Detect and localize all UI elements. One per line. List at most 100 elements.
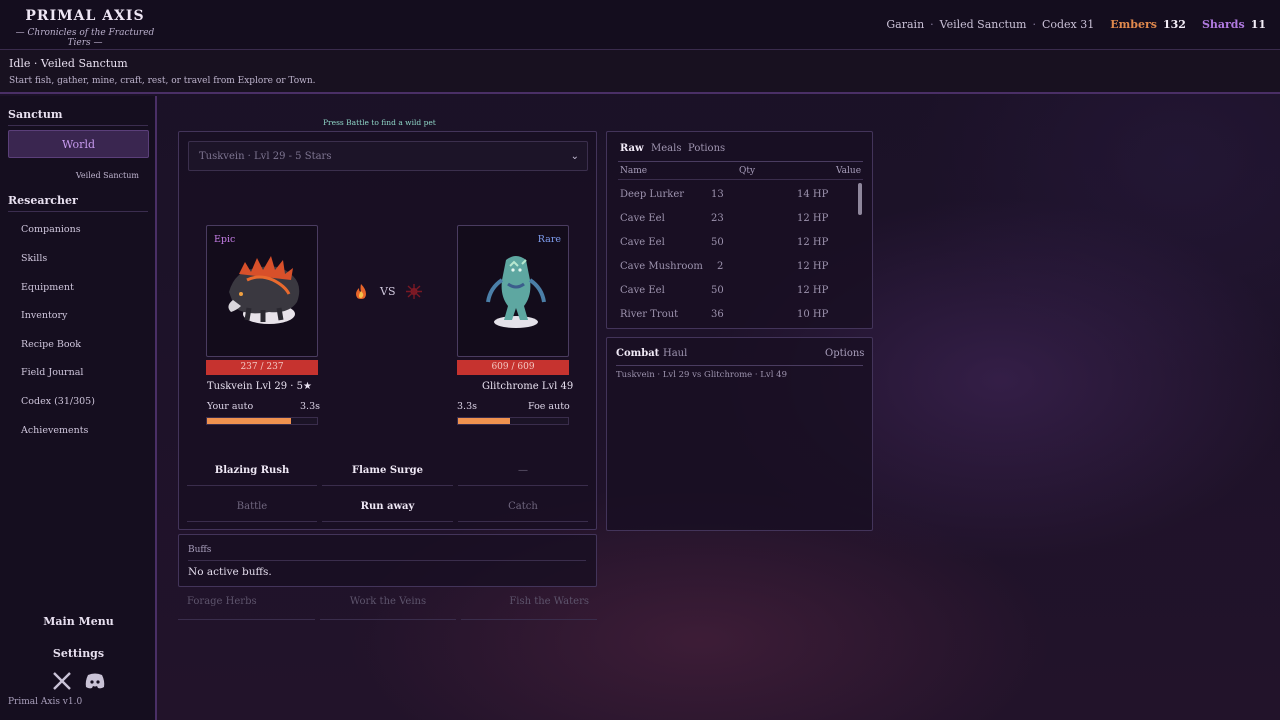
divider (618, 161, 863, 162)
pet-select[interactable]: Tuskvein · Lvl 29 - 5 Stars ⌄ (188, 141, 588, 171)
column-name: Name (620, 166, 648, 176)
item-value: 12 HP (797, 285, 829, 296)
item-qty: 13 (711, 189, 724, 200)
buffs-panel: Buffs No active buffs. (178, 534, 597, 587)
log-entry: Tuskvein · Lvl 29 vs Glitchrome · Lvl 49 (616, 370, 787, 380)
sidebar-heading-sanctum: Sanctum (8, 108, 63, 121)
item-name: Cave Eel (620, 213, 665, 224)
item-qty: 50 (711, 237, 724, 248)
forage-herbs-button[interactable]: Forage Herbs (178, 596, 315, 620)
enemy-pet-name: Glitchrome Lvl 49 (482, 381, 574, 392)
item-value: 10 HP (797, 309, 829, 320)
fire-icon (356, 284, 366, 299)
run-away-button[interactable]: Run away (322, 492, 453, 522)
item-value: 14 HP (797, 189, 829, 200)
player-pet-card[interactable]: Epic (206, 225, 318, 357)
header-codex: Codex 31 (1041, 18, 1095, 31)
move-flame-surge-button[interactable]: Flame Surge (322, 456, 453, 486)
item-qty: 2 (717, 261, 724, 272)
player-name: Garain (886, 18, 925, 31)
work-veins-button[interactable]: Work the Veins (320, 596, 456, 620)
divider (618, 179, 863, 180)
tab-haul[interactable]: Haul (663, 348, 687, 359)
enemy-auto-label: Foe auto (528, 401, 570, 412)
embers-value: 132 (1162, 18, 1186, 31)
status-location: Veiled Sanctum (40, 57, 128, 70)
catch-button[interactable]: Catch (458, 492, 588, 522)
sidebar-item-skills[interactable]: Skills (21, 253, 47, 264)
enemy-auto-bar (457, 417, 569, 425)
sidebar-item-inventory[interactable]: Inventory (21, 310, 67, 321)
inventory-scrollbar[interactable] (858, 183, 862, 215)
enemy-pet-card[interactable]: Rare (457, 225, 569, 357)
buffs-text: No active buffs. (188, 566, 272, 578)
move-empty-slot: — (458, 456, 588, 486)
sidebar-item-field-journal[interactable]: Field Journal (21, 367, 83, 378)
tab-raw[interactable]: Raw (620, 143, 644, 154)
top-bar: PRIMAL AXIS — Chronicles of the Fracture… (0, 0, 1280, 50)
enemy-hp-bar: 609 / 609 (457, 360, 569, 375)
item-name: Deep Lurker (620, 189, 685, 200)
sidebar-item-equipment[interactable]: Equipment (21, 282, 74, 293)
separator: · (930, 18, 934, 31)
item-qty: 50 (711, 285, 724, 296)
vs-label: VS (380, 285, 396, 298)
chevron-down-icon: ⌄ (570, 151, 579, 162)
pet-select-value: Tuskvein · Lvl 29 - 5 Stars (199, 151, 332, 162)
item-name: River Trout (620, 309, 679, 320)
dark-burst-icon (406, 284, 422, 299)
item-value: 12 HP (797, 261, 829, 272)
player-auto-time: 3.3s (300, 401, 320, 412)
player-auto-fill (207, 418, 291, 424)
header-stats: Garain · Veiled Sanctum · Codex 31 Ember… (886, 18, 1266, 31)
player-pet-name: Tuskvein Lvl 29 · 5★ (207, 381, 312, 392)
player-hp-bar: 237 / 237 (206, 360, 318, 375)
tab-potions[interactable]: Potions (688, 143, 725, 154)
move-blazing-rush-button[interactable]: Blazing Rush (187, 456, 317, 486)
sidebar-item-companions[interactable]: Companions (21, 224, 81, 235)
sidebar-item-achievements[interactable]: Achievements (21, 425, 88, 436)
settings-button[interactable]: Settings (0, 647, 157, 660)
column-qty: Qty (739, 166, 756, 176)
enemy-auto-fill (458, 418, 510, 424)
divider (188, 560, 586, 561)
discord-icon[interactable] (84, 672, 106, 693)
tab-meals[interactable]: Meals (651, 143, 681, 154)
world-button[interactable]: World (8, 130, 149, 158)
player-auto-label: Your auto (207, 401, 254, 412)
main-menu-button[interactable]: Main Menu (0, 615, 157, 628)
player-auto-bar (206, 417, 318, 425)
item-value: 12 HP (797, 237, 829, 248)
shards-value: 11 (1250, 18, 1266, 31)
divider (8, 125, 148, 126)
item-qty: 23 (711, 213, 724, 224)
status-bar: Idle · Veiled Sanctum Start fish, gather… (0, 50, 1280, 94)
sidebar: Sanctum World Veiled Sanctum Researcher … (0, 96, 157, 720)
brand: PRIMAL AXIS — Chronicles of the Fracture… (10, 8, 160, 48)
world-location: Veiled Sanctum (75, 171, 139, 180)
divider (616, 365, 863, 366)
status-state: Idle (9, 57, 31, 70)
item-name: Cave Eel (620, 237, 665, 248)
sidebar-item-recipe-book[interactable]: Recipe Book (21, 339, 81, 350)
player-pet-rarity: Epic (214, 234, 236, 245)
log-options-button[interactable]: Options (825, 348, 864, 359)
sidebar-heading-researcher: Researcher (8, 194, 78, 207)
status-line: Idle · Veiled Sanctum (9, 57, 1271, 70)
shards-label: Shards (1201, 18, 1245, 31)
sidebar-item-codex[interactable]: Codex (31/305) (21, 396, 95, 407)
item-qty: 36 (711, 309, 724, 320)
x-icon[interactable] (52, 672, 72, 693)
fish-waters-button[interactable]: Fish the Waters (461, 596, 597, 620)
item-name: Cave Mushroom (620, 261, 703, 272)
social-links (52, 672, 106, 693)
buffs-label: Buffs (188, 545, 212, 555)
glitch-creature-icon (486, 256, 546, 328)
tab-combat[interactable]: Combat (616, 348, 659, 359)
column-value: Value (836, 166, 862, 176)
header-location: Veiled Sanctum (939, 18, 1027, 31)
boar-creature-icon (228, 256, 300, 324)
status-hint: Start fish, gather, mine, craft, rest, o… (9, 76, 316, 86)
battle-button[interactable]: Battle (187, 492, 317, 522)
embers-label: Embers (1110, 18, 1157, 31)
